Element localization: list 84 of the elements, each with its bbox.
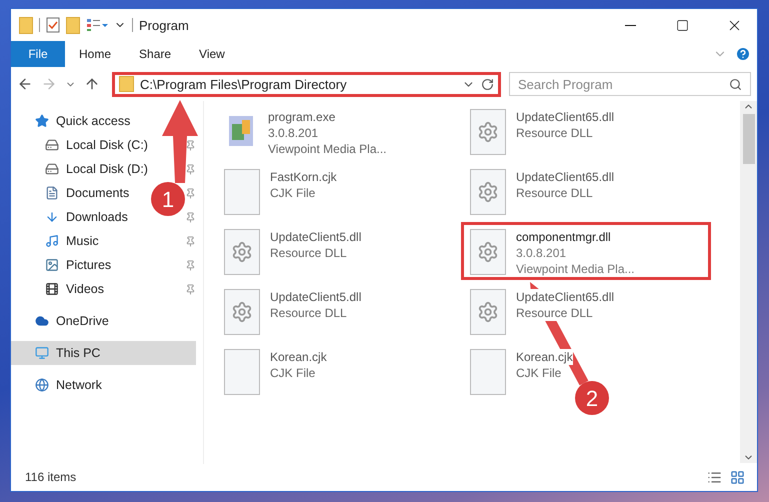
new-folder-icon[interactable] [66,16,80,34]
file-icon [470,349,506,395]
address-path: C:\Program Files\Program Directory [140,76,348,92]
refresh-icon[interactable] [481,78,494,90]
gear-file-icon [470,109,506,155]
network-icon [35,378,49,392]
file-item[interactable]: UpdateClient5.dll Resource DLL [218,225,368,287]
back-icon[interactable] [17,76,33,92]
music-icon [45,234,59,248]
file-item[interactable]: componentmgr.dll 3.0.8.201 Viewpoint Media Pla... [464,225,708,277]
view-options-icon[interactable] [86,18,108,32]
pin-icon[interactable] [185,284,196,294]
pictures-icon [45,258,59,272]
sidebar-item[interactable]: Downloads [11,205,136,229]
file-item[interactable]: UpdateClient5.dll Resource DLL [218,285,368,347]
file-icon [224,169,260,215]
file-item[interactable]: UpdateClient65.dll Resource DLL [464,105,620,167]
ribbon-tab[interactable]: File [11,41,65,67]
file-detail: Viewpoint Media Pla... [268,141,387,157]
file-name: UpdateClient65.dll [516,289,614,305]
file-name: Korean.cjk [270,349,327,365]
file-name: UpdateClient5.dll [270,229,362,245]
sidebar-item[interactable]: This PC [11,341,196,365]
file-item[interactable]: UpdateClient65.dll Resource DLL [464,285,620,347]
sidebar-item[interactable]: OneDrive [11,309,117,333]
star-icon [35,114,49,128]
ribbon-tab[interactable]: Share [125,41,186,67]
downloads-icon [45,210,59,224]
gear-file-icon [224,289,260,335]
cloud-icon [35,314,49,328]
documents-icon [45,186,59,200]
details-view-icon[interactable] [707,470,722,484]
pin-icon[interactable] [185,164,196,174]
folder-icon [119,76,134,92]
gear-file-icon [470,169,506,215]
pin-icon[interactable] [185,140,196,150]
folder-icon[interactable] [19,16,33,34]
maximize-icon [676,18,688,32]
pin-icon[interactable] [185,188,196,198]
item-count: 116 items [25,470,76,484]
pc-icon [35,346,49,360]
sidebar-item[interactable]: Local Disk (D:) [11,157,156,181]
sidebar-item[interactable]: Quick access [11,109,138,133]
pin-icon[interactable] [185,212,196,222]
search-icon [729,78,742,90]
file-item[interactable]: program.exe 3.0.8.201 Viewpoint Media Pla... [218,105,393,167]
sidebar-item[interactable]: Documents [11,181,138,205]
scrollbar[interactable] [740,101,757,463]
minimize-icon [624,24,636,26]
search-field[interactable]: Search Program [509,72,751,96]
gear-file-icon [470,229,506,275]
file-item[interactable]: UpdateClient65.dll Resource DLL [464,165,620,227]
file-detail: Resource DLL [516,305,593,321]
properties-icon[interactable] [46,17,60,33]
file-name: UpdateClient65.dll [516,109,614,125]
file-item[interactable]: Korean.cjk CJK File [218,345,333,407]
file-item[interactable]: FastKorn.cjk CJK File [218,165,343,227]
help-icon[interactable] [735,46,751,62]
window-title: Program [139,18,189,32]
file-name: UpdateClient5.dll [270,289,362,305]
gear-file-icon [224,229,260,275]
ribbon-tab[interactable]: Home [65,41,126,67]
ribbon-tab[interactable]: View [185,41,239,67]
large-icons-view-icon[interactable] [730,470,745,484]
file-name: UpdateClient65.dll [516,169,614,185]
file-name: Korean.cjk [516,349,573,365]
file-icon [224,349,260,395]
file-name: FastKorn.cjk [270,169,337,185]
sidebar-item[interactable]: Videos [11,277,112,301]
up-icon[interactable] [84,76,100,92]
sidebar-item[interactable]: Local Disk (C:) [11,133,156,157]
file-name: componentmgr.dll [516,229,611,245]
annotation-badge: 1 [151,182,185,216]
sidebar-item[interactable]: Music [11,229,107,253]
sidebar-item[interactable]: Pictures [11,253,120,277]
file-detail: Viewpoint Media Pla... [516,261,635,277]
scroll-thumb[interactable] [742,114,754,164]
address-bar[interactable]: C:\Program Files\Program Directory [112,72,501,96]
gear-file-icon [470,289,506,335]
pin-icon[interactable] [185,260,196,270]
annotation-badge: 2 [575,381,609,415]
videos-icon [45,282,59,296]
pin-icon[interactable] [185,236,196,246]
sidebar-item[interactable]: Network [11,373,110,397]
